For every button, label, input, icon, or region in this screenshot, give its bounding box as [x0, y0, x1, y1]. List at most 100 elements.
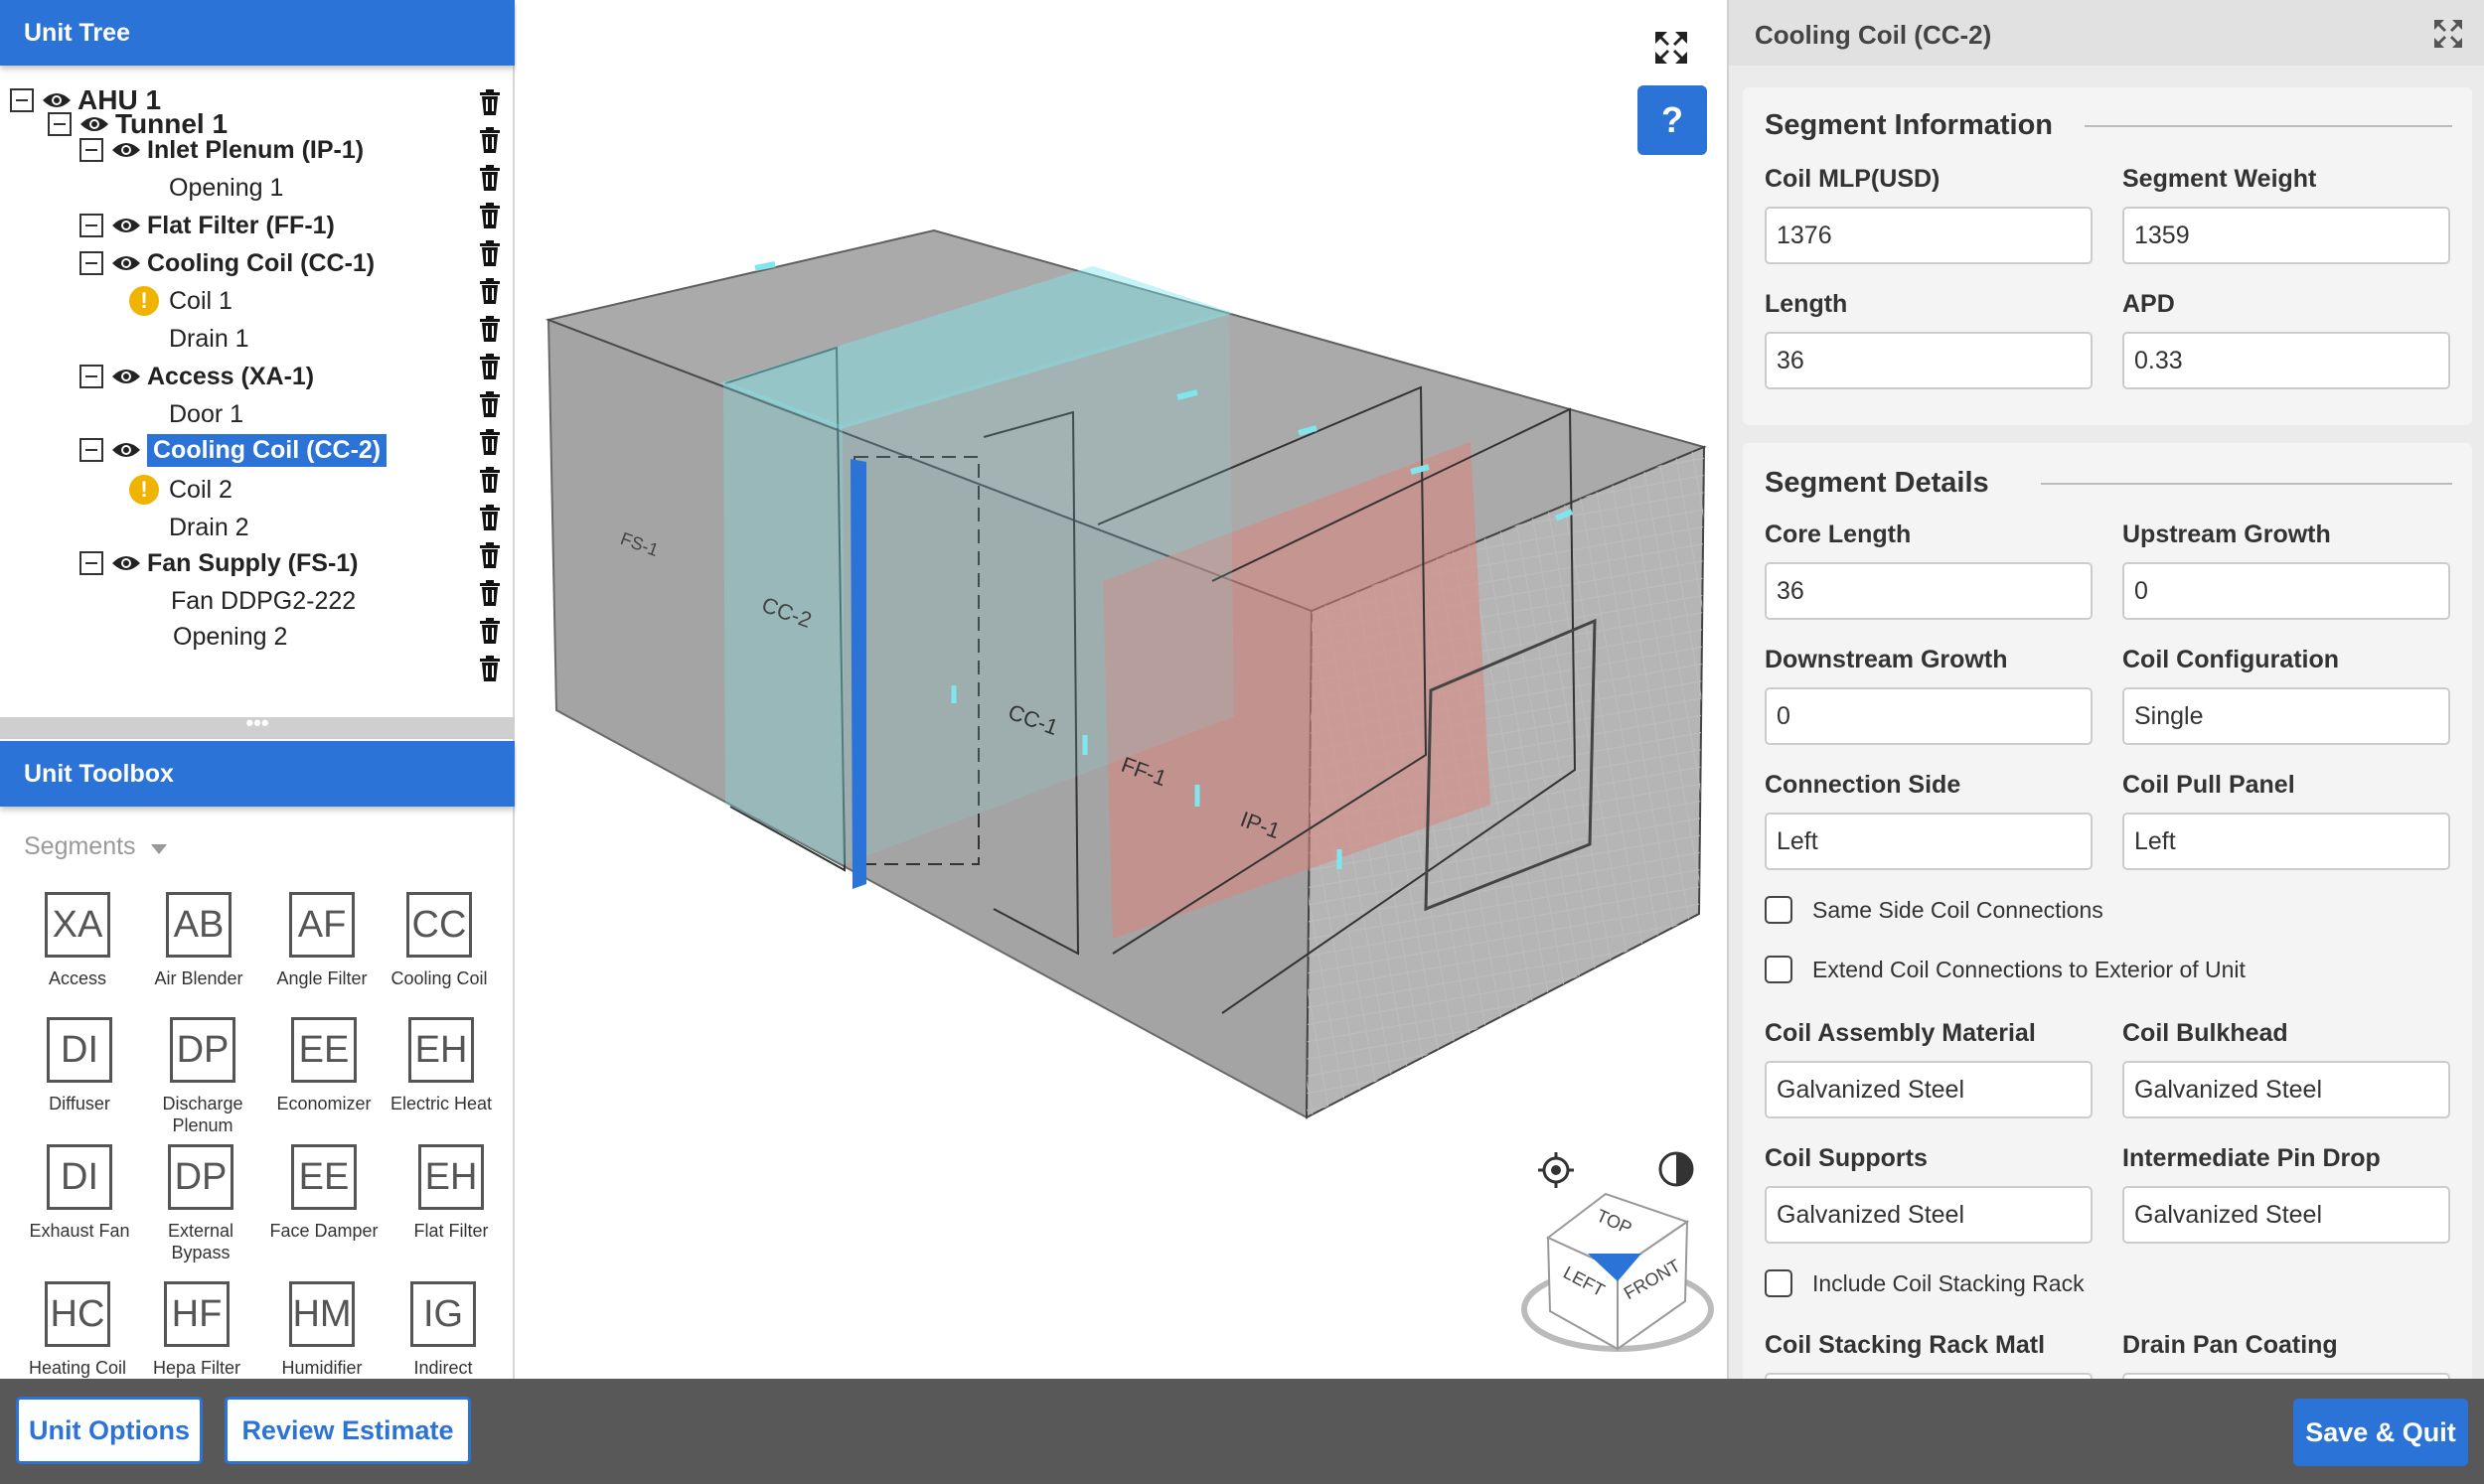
trash-icon[interactable] [479, 618, 501, 644]
eye-icon[interactable] [111, 439, 141, 461]
same-side-coil-connections-checkbox[interactable]: Same Side Coil Connections [1765, 896, 2103, 924]
toolbox-item-economizer[interactable]: EE Economizer [264, 1017, 384, 1114]
unit-tree-title: Unit Tree [24, 19, 130, 47]
trash-icon[interactable] [479, 127, 501, 153]
coil-assembly-material-select[interactable]: Galvanized Steel [1765, 1061, 2093, 1118]
downstream-growth-field[interactable]: 0 [1765, 687, 2093, 745]
toolbox-item-access[interactable]: XA Access [18, 892, 137, 989]
collapse-icon[interactable] [79, 138, 103, 162]
intermediate-pin-drop-label: Intermediate Pin Drop [2122, 1144, 2381, 1172]
collapse-icon[interactable] [79, 214, 103, 237]
tree-node-cooling-coil-1[interactable]: Cooling Coil (CC-1) [79, 244, 375, 282]
coil-configuration-select[interactable]: Single [2122, 687, 2450, 745]
segment-details-heading: Segment Details [1765, 467, 1989, 499]
chevron-down-icon[interactable] [151, 844, 167, 854]
trash-icon[interactable] [479, 165, 501, 191]
toolbox-item-angle-filter[interactable]: AF Angle Filter [262, 892, 382, 989]
tree-node-door-1[interactable]: Door 1 [169, 395, 243, 433]
segments-dropdown[interactable]: Segments [24, 832, 136, 861]
trash-icon[interactable] [479, 278, 501, 304]
trash-icon[interactable] [479, 354, 501, 379]
segment-weight-field[interactable]: 1359 [2122, 207, 2450, 264]
collapse-icon[interactable] [48, 112, 72, 136]
coil-mlp-field[interactable]: 1376 [1765, 207, 2093, 264]
checkbox-box[interactable] [1765, 896, 1792, 924]
coil-pull-panel-select[interactable]: Left [2122, 813, 2450, 870]
tree-node-fan-supply[interactable]: Fan Supply (FS-1) [79, 544, 359, 582]
tree-node-drain-2[interactable]: Drain 2 [169, 509, 249, 546]
collapse-icon[interactable] [10, 88, 34, 112]
tree-node-opening-1[interactable]: Opening 1 [169, 169, 283, 207]
toolbox-item-discharge-plenum[interactable]: DP Discharge Plenum [143, 1017, 262, 1136]
eye-icon[interactable] [111, 366, 141, 387]
upstream-growth-label: Upstream Growth [2122, 520, 2331, 548]
extend-coil-connections-checkbox[interactable]: Extend Coil Connections to Exterior of U… [1765, 956, 2246, 983]
segment-icon: EH [418, 1144, 484, 1210]
coil-supports-select[interactable]: Galvanized Steel [1765, 1186, 2093, 1244]
toolbox-item-electric-heat[interactable]: EH Electric Heat [382, 1017, 501, 1114]
toolbox-item-hepa-filter[interactable]: HF Hepa Filter [137, 1281, 256, 1379]
trash-icon[interactable] [479, 580, 501, 606]
toolbox-item-indirect[interactable]: IG Indirect [384, 1281, 503, 1379]
collapse-icon[interactable] [79, 551, 103, 575]
apd-field[interactable]: 0.33 [2122, 332, 2450, 389]
tree-node-cooling-coil-2[interactable]: Cooling Coil (CC-2) [79, 431, 388, 469]
toolbox-item-label: Electric Heat [389, 1094, 493, 1113]
intermediate-pin-drop-select[interactable]: Galvanized Steel [2122, 1186, 2450, 1244]
length-field[interactable]: 36 [1765, 332, 2093, 389]
save-and-quit-button[interactable]: Save & Quit [2293, 1399, 2468, 1466]
toolbox-item-exhaust-fan[interactable]: DI Exhaust Fan [20, 1144, 139, 1242]
toolbox-item-face-damper[interactable]: EE Face Damper [264, 1144, 384, 1242]
trash-icon[interactable] [479, 467, 501, 493]
collapse-icon[interactable] [79, 251, 103, 275]
upstream-growth-field[interactable]: 0 [2122, 562, 2450, 620]
toolbox-item-air-blender[interactable]: AB Air Blender [139, 892, 258, 989]
eye-icon[interactable] [111, 215, 141, 236]
trash-icon[interactable] [479, 316, 501, 342]
eye-icon[interactable] [111, 552, 141, 574]
toolbox-item-humidifier[interactable]: HM Humidifier [262, 1281, 382, 1379]
connection-side-select[interactable]: Left [1765, 813, 2093, 870]
tree-node-label: Coil 1 [169, 286, 233, 315]
core-length-field[interactable]: 36 [1765, 562, 2093, 620]
review-estimate-button[interactable]: Review Estimate [225, 1397, 471, 1464]
tree-node-coil-2[interactable]: ! Coil 2 [129, 471, 233, 509]
trash-icon[interactable] [479, 240, 501, 266]
coil-bulkhead-select[interactable]: Galvanized Steel [2122, 1061, 2450, 1118]
collapse-icon[interactable] [79, 365, 103, 388]
expand-icon[interactable] [1653, 30, 1689, 66]
trash-icon[interactable] [479, 89, 501, 115]
toolbox-item-label: Air Blender [154, 968, 243, 988]
trash-icon[interactable] [479, 505, 501, 530]
toolbox-item-diffuser[interactable]: DI Diffuser [20, 1017, 139, 1114]
include-coil-stacking-rack-checkbox[interactable]: Include Coil Stacking Rack [1765, 1269, 2085, 1297]
checkbox-box[interactable] [1765, 1269, 1792, 1297]
collapse-panel-icon[interactable] [2432, 18, 2464, 50]
trash-icon[interactable] [479, 391, 501, 417]
eye-icon[interactable] [111, 252, 141, 274]
toolbox-item-heating-coil[interactable]: HC Heating Coil [18, 1281, 137, 1379]
toolbox-item-cooling-coil[interactable]: CC Cooling Coil [380, 892, 499, 989]
trash-icon[interactable] [479, 656, 501, 681]
left-panel: Unit Tree AHU 1 Tunnel 1 Inlet Plenum (I… [0, 0, 515, 1379]
toolbox-item-external-bypass[interactable]: DP External Bypass [141, 1144, 260, 1263]
trash-icon[interactable] [479, 203, 501, 228]
checkbox-box[interactable] [1765, 956, 1792, 983]
tree-node-flat-filter[interactable]: Flat Filter (FF-1) [79, 207, 335, 244]
apd-label: APD [2122, 290, 2175, 318]
trash-icon[interactable] [479, 429, 501, 455]
tree-node-access[interactable]: Access (XA-1) [79, 358, 314, 395]
tree-node-coil-1[interactable]: ! Coil 1 [129, 282, 233, 320]
view-cube-icon[interactable] [1518, 1182, 1717, 1361]
eye-icon[interactable] [111, 139, 141, 161]
panel-resize-handle[interactable]: ••• [0, 712, 515, 739]
tree-node-fan[interactable]: Fan DDPG2-222 [171, 582, 356, 620]
trash-icon[interactable] [479, 542, 501, 568]
collapse-icon[interactable] [79, 438, 103, 462]
tree-node-inlet-plenum[interactable]: Inlet Plenum (IP-1) [79, 131, 364, 169]
tree-node-drain-1[interactable]: Drain 1 [169, 320, 249, 358]
help-button[interactable]: ? [1637, 85, 1707, 155]
tree-node-opening-2[interactable]: Opening 2 [173, 618, 287, 656]
unit-options-button[interactable]: Unit Options [16, 1397, 203, 1464]
toolbox-item-flat-filter[interactable]: EH Flat Filter [391, 1144, 511, 1242]
